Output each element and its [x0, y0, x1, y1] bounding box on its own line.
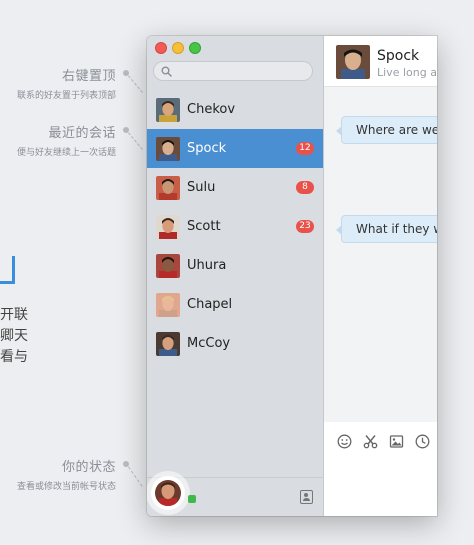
message-area: Where are we going What if they were — [324, 87, 437, 422]
account-bar — [147, 476, 323, 516]
contact-avatar — [156, 97, 180, 122]
app-window: Chekov Spock 12 Sulu 8 Scott 23 Uhura Chapel McCo… — [147, 36, 437, 516]
clock-icon[interactable] — [415, 434, 430, 449]
contact-name: Chekov — [187, 102, 236, 117]
contact-avatar — [156, 292, 180, 317]
message-bubble: What if they were — [336, 215, 437, 243]
side-text: 开联 卿天 看与 — [0, 305, 28, 368]
contact-name: Scott — [187, 219, 221, 234]
search-icon — [161, 66, 172, 77]
contact-item-sulu[interactable]: Sulu 8 — [147, 168, 323, 207]
sidebar: Chekov Spock 12 Sulu 8 Scott 23 Uhura Chapel McCo… — [147, 36, 324, 516]
contact-item-scott[interactable]: Scott 23 — [147, 207, 323, 246]
annotation-pin-subtitle: 联系的好友置于列表顶部 — [16, 91, 116, 101]
chat-header: Spock Live long and prosper — [324, 36, 437, 87]
contact-item-chekov[interactable]: Chekov — [147, 90, 323, 129]
contact-avatar — [156, 253, 180, 278]
side-text-line: 看与 — [0, 349, 28, 365]
input-toolbar — [337, 434, 430, 449]
contact-item-spock[interactable]: Spock 12 — [147, 129, 323, 168]
emoji-icon[interactable] — [337, 434, 352, 449]
annotation-recent-subtitle: 便与好友继续上一次话题 — [16, 148, 116, 158]
contact-avatar — [156, 136, 180, 161]
unread-badge: 12 — [296, 142, 314, 155]
my-avatar — [155, 480, 181, 506]
annotation-pin: 右键置顶 联系的好友置于列表顶部 — [17, 65, 116, 101]
annotation-status-leader — [128, 466, 143, 487]
image-icon[interactable] — [389, 434, 404, 449]
contact-avatar — [156, 331, 180, 356]
contact-name: Sulu — [187, 180, 216, 195]
annotation-pin-leader — [128, 75, 143, 93]
contact-avatar — [156, 214, 180, 239]
close-button[interactable] — [155, 42, 167, 54]
chat-contact-status: Live long and prosper — [377, 66, 437, 79]
contact-list: Chekov Spock 12 Sulu 8 Scott 23 Uhura Chapel McCo… — [147, 90, 323, 363]
annotation-pin-title: 右键置顶 — [61, 69, 116, 84]
chat-pane: Spock Live long and prosper Where are we… — [324, 36, 437, 516]
annotation-recent: 最近的会话 便与好友继续上一次话题 — [17, 122, 116, 158]
annotation-status-title: 你的状态 — [61, 460, 116, 475]
annotation-recent-title: 最近的会话 — [48, 126, 116, 141]
contact-item-chapel[interactable]: Chapel — [147, 285, 323, 324]
contact-item-mccoy[interactable]: McCoy — [147, 324, 323, 363]
search-field[interactable] — [153, 61, 313, 81]
unread-badge: 8 — [296, 181, 314, 194]
contact-name: McCoy — [187, 336, 231, 351]
chat-contact-avatar[interactable] — [336, 45, 370, 79]
chat-contact-name: Spock — [377, 48, 420, 64]
online-status-indicator — [188, 495, 196, 503]
message-input[interactable] — [324, 456, 437, 516]
contact-name: Chapel — [187, 297, 233, 312]
annotation-status-subtitle: 查看或修改当前帐号状态 — [16, 482, 116, 492]
contact-avatar — [156, 175, 180, 200]
scissors-icon[interactable] — [363, 434, 378, 449]
window-controls — [155, 42, 201, 54]
search-input[interactable] — [176, 63, 310, 81]
contact-name: Spock — [187, 141, 227, 156]
message-bubble: Where are we going — [335, 116, 437, 144]
unread-badge: 23 — [296, 220, 314, 233]
side-text-line: 开联 — [0, 307, 28, 323]
contacts-book-icon[interactable] — [300, 490, 313, 504]
annotation-recent-leader — [128, 132, 143, 150]
annotation-status: 你的状态 查看或修改当前帐号状态 — [17, 456, 116, 492]
minimize-button[interactable] — [172, 42, 184, 54]
side-text-line: 卿天 — [0, 328, 28, 344]
contact-item-uhura[interactable]: Uhura — [147, 246, 323, 285]
contact-name: Uhura — [187, 258, 227, 273]
feature-bracket — [0, 256, 15, 284]
my-status-avatar-button[interactable] — [151, 476, 185, 510]
zoom-button[interactable] — [189, 42, 201, 54]
